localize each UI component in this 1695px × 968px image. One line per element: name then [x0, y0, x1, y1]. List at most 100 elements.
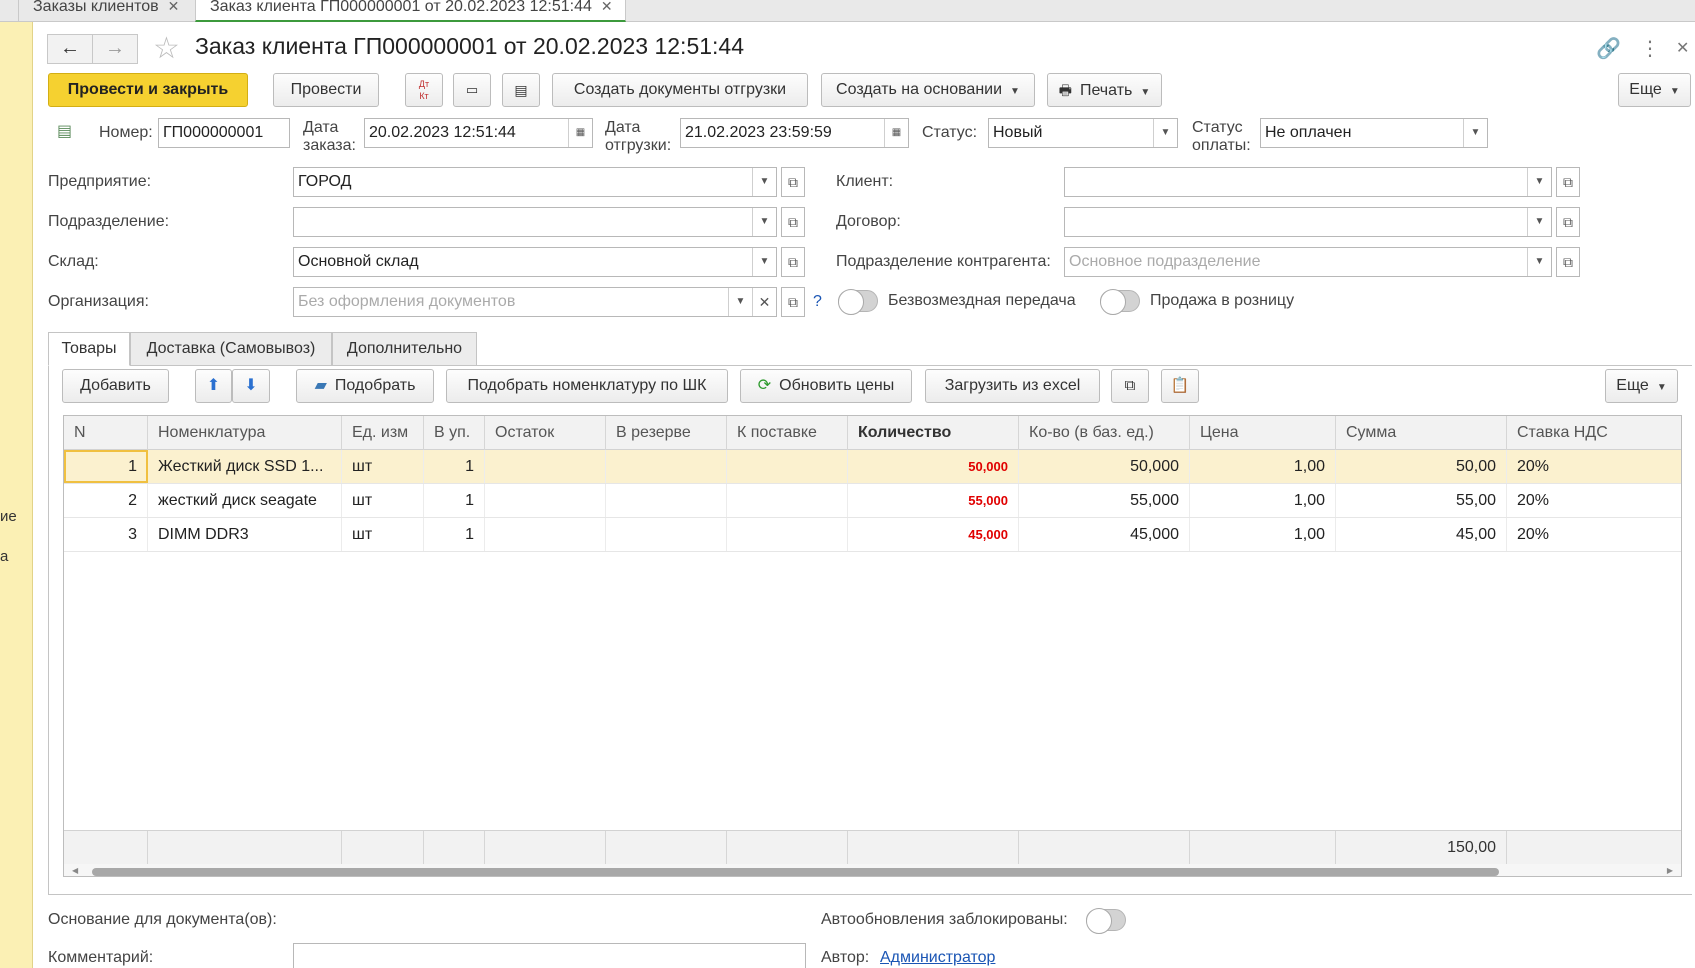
autoupdate-toggle[interactable] — [1086, 908, 1126, 934]
tab-delivery[interactable]: Доставка (Самовывоз) — [130, 332, 332, 366]
cell-per-pack[interactable]: 1 — [424, 484, 485, 517]
cell-n[interactable]: 1 — [64, 450, 148, 483]
cell-stock[interactable] — [485, 518, 606, 551]
column-header[interactable]: N — [64, 416, 148, 450]
close-icon[interactable]: ✕ — [1676, 38, 1689, 58]
enterprise-field[interactable]: ГОРОД ▼ — [293, 167, 777, 197]
contract-field[interactable]: ▼ — [1064, 207, 1552, 237]
client-field[interactable]: ▼ — [1064, 167, 1552, 197]
scroll-right-icon[interactable]: ▶ — [1667, 864, 1673, 876]
add-button[interactable]: Добавить — [62, 369, 169, 403]
left-panel-item[interactable]: ие — [0, 508, 17, 525]
division-field[interactable]: ▼ — [293, 207, 777, 237]
cell-item[interactable]: Жесткий диск SSD 1... — [148, 450, 342, 483]
horizontal-scrollbar[interactable]: ◀ ▶ — [64, 864, 1681, 876]
cell-sum[interactable]: 45,00 — [1336, 518, 1507, 551]
column-header[interactable]: Ко-во (в баз. ед.) — [1019, 416, 1190, 450]
cell-reserved[interactable] — [606, 450, 727, 483]
close-icon[interactable]: ✕ — [601, 0, 613, 14]
free-transfer-toggle[interactable] — [838, 289, 878, 315]
cell-base-quantity[interactable]: 50,000 — [1019, 450, 1190, 483]
cell-stock[interactable] — [485, 484, 606, 517]
cell-base-quantity[interactable]: 55,000 — [1019, 484, 1190, 517]
tab-additional[interactable]: Дополнительно — [332, 332, 477, 366]
window-tab-order[interactable]: Заказ клиента ГП000000001 от 20.02.2023 … — [195, 0, 626, 22]
goods-more-button[interactable]: Еще ▼ — [1605, 369, 1678, 403]
window-tab-orders-list[interactable]: Заказы клиентов ✕ — [18, 0, 191, 22]
open-icon[interactable]: ⧉ — [1556, 247, 1580, 277]
order-date-field[interactable]: 20.02.2023 12:51:44 ▦ — [364, 118, 593, 148]
close-icon[interactable]: ✕ — [168, 0, 180, 14]
caret-down-icon[interactable]: ▼ — [1527, 248, 1551, 276]
cell-base-quantity[interactable]: 45,000 — [1019, 518, 1190, 551]
caret-down-icon[interactable]: ▼ — [1153, 119, 1177, 147]
pick-by-barcode-button[interactable]: Подобрать номенклатуру по ШК — [446, 369, 728, 403]
cell-n[interactable]: 2 — [64, 484, 148, 517]
cell-price[interactable]: 1,00 — [1190, 518, 1336, 551]
structure-button[interactable]: ▭ — [453, 73, 491, 107]
column-header[interactable]: В резерве — [606, 416, 727, 450]
dt-kt-button[interactable]: Дт Кт — [405, 73, 443, 107]
cell-item[interactable]: DIMM DDR3 — [148, 518, 342, 551]
cell-reserved[interactable] — [606, 484, 727, 517]
back-button[interactable]: ← — [47, 34, 93, 64]
load-excel-button[interactable]: Загрузить из excel — [925, 369, 1100, 403]
column-header[interactable]: Остаток — [485, 416, 606, 450]
cell-per-pack[interactable]: 1 — [424, 450, 485, 483]
status-select[interactable]: Новый ▼ — [988, 118, 1178, 148]
table-row[interactable]: 2 жесткий диск seagate шт 1 55,000 55,00… — [64, 484, 1681, 518]
cell-n[interactable]: 3 — [64, 518, 148, 551]
column-header[interactable]: В уп. — [424, 416, 485, 450]
caret-down-icon[interactable]: ▼ — [752, 208, 776, 236]
cell-per-pack[interactable]: 1 — [424, 518, 485, 551]
cell-sum[interactable]: 55,00 — [1336, 484, 1507, 517]
link-icon[interactable]: 🔗 — [1596, 36, 1621, 61]
open-icon[interactable]: ⧉ — [1556, 167, 1580, 197]
print-button[interactable]: 🖶 Печать ▼ — [1047, 73, 1162, 107]
pay-status-select[interactable]: Не оплачен ▼ — [1260, 118, 1488, 148]
cell-quantity[interactable]: 50,000 — [848, 450, 1019, 483]
ship-date-field[interactable]: 21.02.2023 23:59:59 ▦ — [680, 118, 909, 148]
cell-item[interactable]: жесткий диск seagate — [148, 484, 342, 517]
star-icon[interactable]: ☆ — [153, 31, 180, 66]
column-header[interactable]: Цена — [1190, 416, 1336, 450]
post-button[interactable]: Провести — [273, 73, 379, 107]
organization-field[interactable]: Без оформления документов ▼ ✕ — [293, 287, 777, 317]
open-icon[interactable]: ⧉ — [781, 287, 805, 317]
open-icon[interactable]: ⧉ — [1556, 207, 1580, 237]
create-based-on-button[interactable]: Создать на основании ▼ — [821, 73, 1035, 107]
comment-field[interactable] — [293, 943, 806, 968]
column-header[interactable]: Сумма — [1336, 416, 1507, 450]
post-and-close-button[interactable]: Провести и закрыть — [48, 73, 248, 107]
caret-down-icon[interactable]: ▼ — [1527, 208, 1551, 236]
column-header[interactable]: К поставке — [727, 416, 848, 450]
paste-button[interactable]: 📋 — [1161, 369, 1199, 403]
move-down-button[interactable]: ⬇ — [232, 369, 270, 403]
more-button[interactable]: Еще ▼ — [1618, 73, 1691, 107]
move-up-button[interactable]: ⬆ — [195, 369, 232, 403]
cell-price[interactable]: 1,00 — [1190, 484, 1336, 517]
cell-quantity[interactable]: 55,000 — [848, 484, 1019, 517]
cell-quantity[interactable]: 45,000 — [848, 518, 1019, 551]
cell-vat-rate[interactable]: 20% — [1507, 518, 1681, 551]
help-icon[interactable]: ? — [813, 293, 822, 311]
caret-down-icon[interactable]: ▼ — [752, 168, 776, 196]
caret-down-icon[interactable]: ▼ — [752, 248, 776, 276]
cell-stock[interactable] — [485, 450, 606, 483]
number-field[interactable]: ГП000000001 — [158, 118, 290, 148]
cell-vat-rate[interactable]: 20% — [1507, 484, 1681, 517]
open-icon[interactable]: ⧉ — [781, 167, 805, 197]
report-button[interactable]: ▤ — [502, 73, 540, 107]
cell-reserved[interactable] — [606, 518, 727, 551]
warehouse-field[interactable]: Основной склад ▼ — [293, 247, 777, 277]
counterparty-division-field[interactable]: Основное подразделение ▼ — [1064, 247, 1552, 277]
open-icon[interactable]: ⧉ — [781, 207, 805, 237]
cell-unit[interactable]: шт — [342, 450, 424, 483]
forward-button[interactable]: → — [92, 34, 138, 64]
caret-down-icon[interactable]: ▼ — [1463, 119, 1487, 147]
table-row[interactable]: 3 DIMM DDR3 шт 1 45,000 45,000 1,00 45,0… — [64, 518, 1681, 552]
cell-price[interactable]: 1,00 — [1190, 450, 1336, 483]
column-header[interactable]: Номенклатура — [148, 416, 342, 450]
caret-down-icon[interactable]: ▼ — [728, 288, 752, 316]
left-panel-item[interactable]: а — [0, 548, 8, 565]
